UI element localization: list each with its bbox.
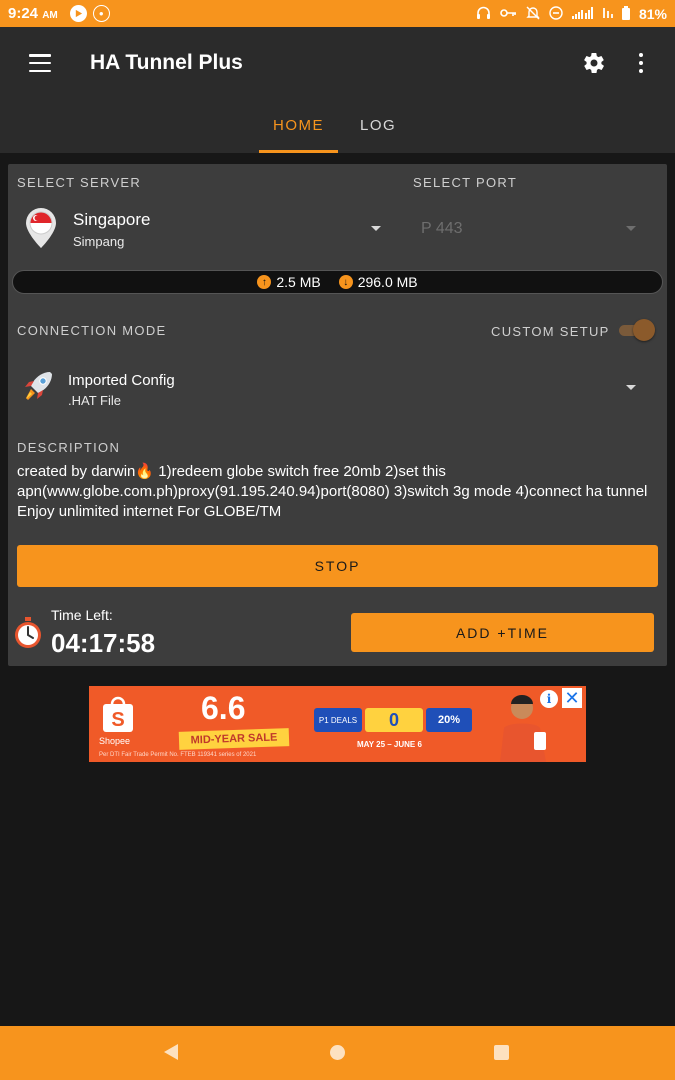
server-sub: Simpang (73, 234, 125, 249)
app-bar: HA Tunnel Plus HOME LOG (0, 27, 675, 153)
ad-banner[interactable]: S Shopee 6.6 MID-YEAR SALE P1 DEALS 0 20… (89, 686, 586, 762)
ad-close-icon[interactable]: ✕ (562, 688, 582, 708)
tab-indicator (259, 150, 338, 153)
notification-badge-icon: ● (92, 5, 110, 22)
app-title: HA Tunnel Plus (90, 51, 243, 74)
connection-mode-sub: .HAT File (68, 393, 121, 408)
connection-mode-name[interactable]: Imported Config (68, 372, 175, 389)
ad-box-deals: P1 DEALS (314, 708, 362, 732)
select-port-label: SELECT PORT (413, 175, 518, 190)
download-value: 296.0 MB (357, 274, 418, 290)
shopee-bag-icon: S (103, 696, 133, 732)
rocket-icon (25, 372, 52, 400)
ad-box-percent: 20% (426, 708, 472, 732)
headset-icon (476, 6, 491, 22)
battery-icon (621, 5, 630, 22)
server-dropdown-icon[interactable] (371, 226, 381, 231)
mode-dropdown-icon[interactable] (626, 385, 636, 390)
server-name[interactable]: Singapore (73, 210, 151, 230)
more-options-icon[interactable] (638, 53, 644, 73)
port-select[interactable]: P 443 (421, 220, 463, 238)
ad-fine-print: Per DTI Fair Trade Permit No. FTEB 11934… (99, 752, 257, 758)
tab-home[interactable]: HOME (273, 117, 324, 134)
data-usage-bar: ↑ 2.5 MB ↓ 296.0 MB (12, 270, 663, 294)
time-left-value: 04:17:58 (51, 628, 156, 658)
custom-setup-label: CUSTOM SETUP (491, 324, 610, 339)
status-time: 9:24 AM (8, 5, 58, 22)
stop-button[interactable]: STOP (17, 545, 658, 587)
download-arrow-icon: ↓ (338, 275, 353, 289)
description-label: DESCRIPTION (17, 440, 121, 455)
download-usage: ↓ 296.0 MB (338, 274, 418, 290)
tab-log[interactable]: LOG (360, 117, 396, 134)
connection-mode-label: CONNECTION MODE (17, 323, 167, 338)
select-server-label: SELECT SERVER (17, 175, 142, 190)
navigation-bar (0, 1026, 675, 1080)
custom-setup-toggle[interactable] (617, 319, 655, 341)
ad-tag: MID-YEAR SALE (178, 728, 290, 750)
do-not-disturb-icon (549, 5, 563, 22)
upload-usage: ↑ 2.5 MB (257, 274, 321, 290)
time-left-label: Time Left: (51, 607, 113, 623)
battery-percent: 81% (638, 5, 667, 22)
ad-date: MAY 25 – JUNE 6 (357, 740, 422, 749)
description-text: created by darwin🔥 1)redeem globe switch… (17, 463, 648, 520)
gear-icon[interactable] (582, 51, 606, 75)
ad-headline: 6.6 (201, 690, 246, 726)
upload-value: 2.5 MB (276, 274, 321, 290)
wifi-icon (603, 7, 613, 21)
main-card: SELECT SERVER SELECT PORT Singapore Simp… (8, 164, 667, 666)
singapore-flag-pin-icon (26, 208, 56, 248)
ad-box-zero: 0 (365, 708, 423, 732)
add-time-button[interactable]: ADD +TIME (351, 613, 654, 652)
stopwatch-icon (15, 617, 41, 648)
ad-info-icon[interactable]: i (540, 690, 558, 708)
svg-text:S: S (111, 709, 124, 731)
status-bar: 9:24 AM ● 81% (0, 0, 675, 27)
home-icon[interactable] (330, 1045, 345, 1060)
signal-icon (571, 6, 594, 21)
recent-apps-icon[interactable] (494, 1045, 509, 1060)
upload-arrow-icon: ↑ (257, 275, 272, 289)
play-icon (69, 5, 87, 22)
back-icon[interactable] (164, 1044, 178, 1060)
ad-brand: Shopee (99, 736, 131, 746)
key-icon (500, 8, 517, 20)
menu-icon[interactable] (29, 54, 51, 72)
mute-icon (526, 6, 540, 22)
port-dropdown-icon[interactable] (626, 226, 636, 231)
